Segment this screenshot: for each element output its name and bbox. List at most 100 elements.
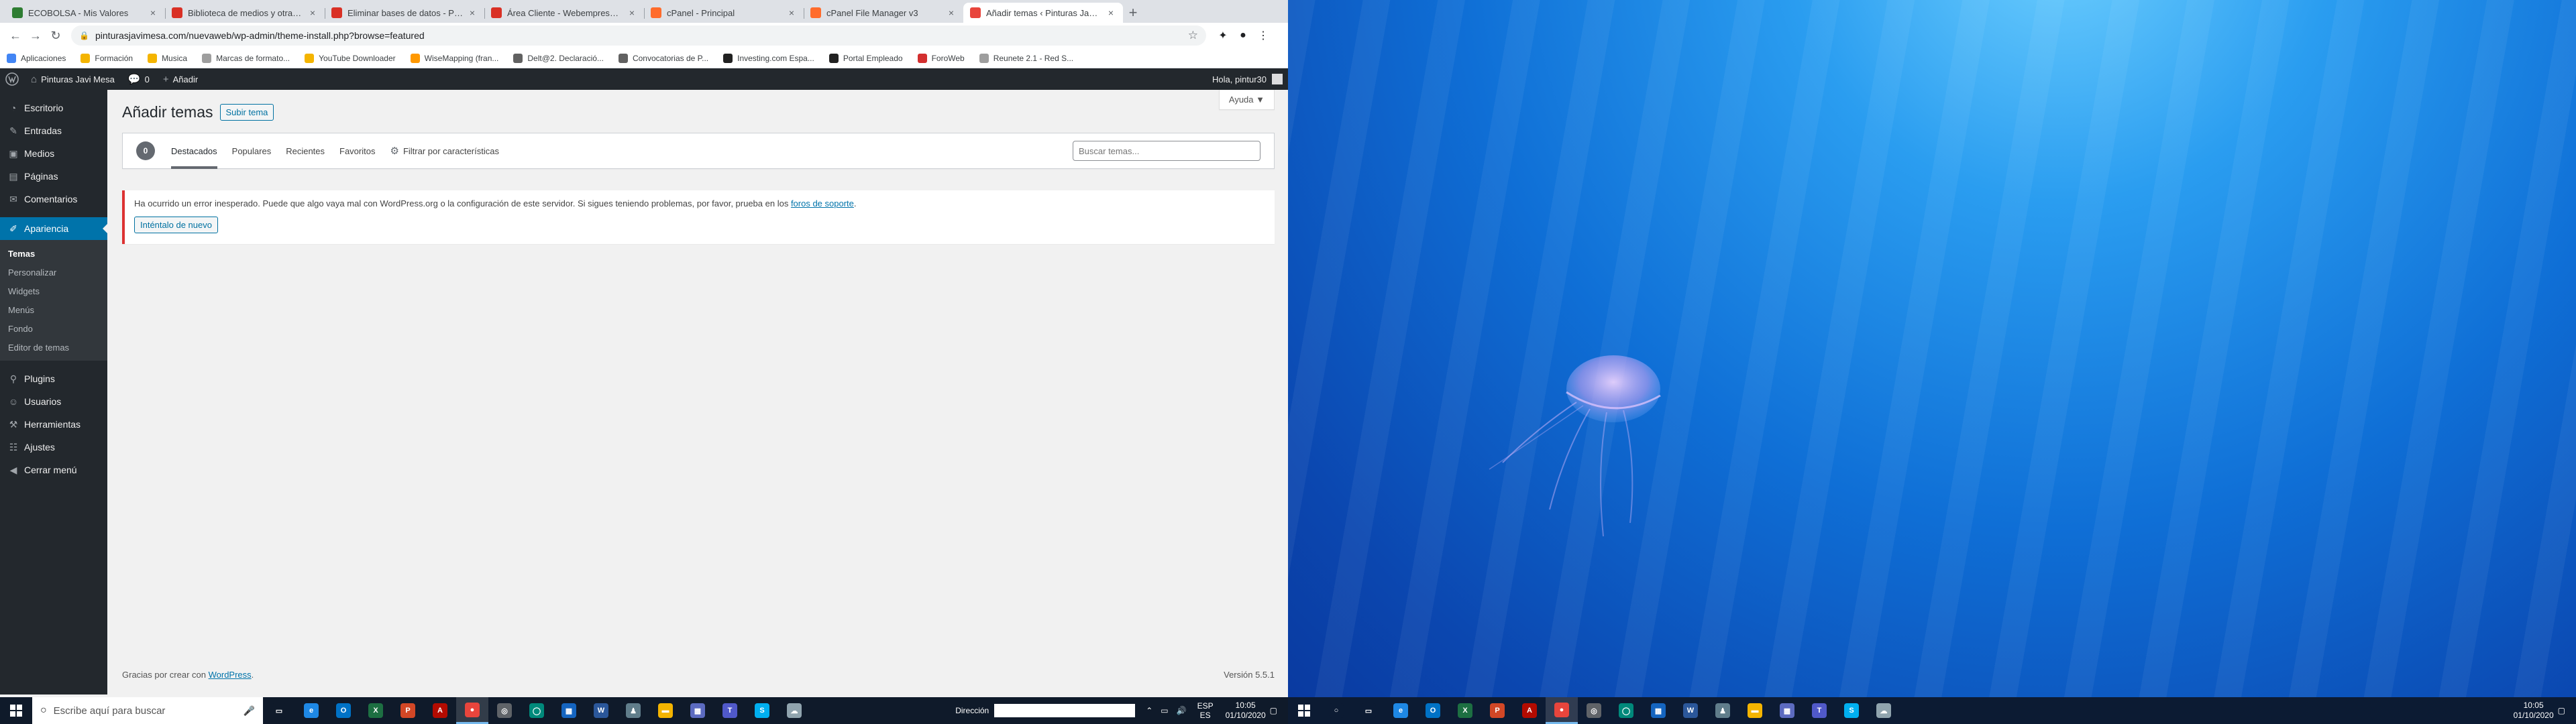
menu-item[interactable]: ⚒ Herramientas	[0, 413, 107, 436]
submenu-item[interactable]: Widgets	[0, 282, 107, 300]
start-button-secondary[interactable]	[1288, 697, 1320, 724]
bookmark-item[interactable]: WiseMapping (fran...	[410, 53, 498, 63]
language-indicator[interactable]: ESP ES	[1197, 701, 1214, 720]
browser-menu-icon[interactable]: ⋮	[1253, 25, 1273, 46]
menu-item[interactable]: ✉ Comentarios	[0, 188, 107, 210]
menu-item[interactable]: ◀ Cerrar menú	[0, 459, 107, 481]
menu-item[interactable]: ▤ Páginas	[0, 165, 107, 188]
extensions-icon[interactable]: ✦	[1213, 25, 1233, 46]
taskbar-app-app-13[interactable]: ♟	[1707, 697, 1739, 724]
submenu-item[interactable]: Editor de temas	[0, 338, 107, 357]
taskbar-search[interactable]: ○ Escribe aquí para buscar 🎤	[32, 697, 263, 724]
browser-tab[interactable]: Añadir temas ‹ Pinturas Javi Me... ×	[963, 3, 1123, 23]
taskbar-app-chrome[interactable]: ●	[456, 697, 488, 724]
taskbar-app-powerpoint[interactable]: P	[392, 697, 424, 724]
browser-tab[interactable]: cPanel File Manager v3 ×	[804, 3, 963, 23]
wordpress-logo-icon[interactable]	[0, 68, 24, 90]
help-tab-button[interactable]: Ayuda ▼	[1218, 90, 1275, 110]
taskbar-app-word[interactable]: W	[1674, 697, 1707, 724]
filter-tab[interactable]: Populares	[232, 133, 272, 169]
taskbar-app-file-explorer[interactable]: ▬	[649, 697, 682, 724]
taskbar-app-powerpoint[interactable]: P	[1481, 697, 1513, 724]
menu-item-apariencia[interactable]: ✐ Apariencia	[0, 217, 107, 240]
bookmark-item[interactable]: ForoWeb	[917, 53, 965, 63]
submenu-item[interactable]: Menús	[0, 300, 107, 319]
bookmark-item[interactable]: Portal Empleado	[828, 53, 903, 63]
taskbar-app-acrobat[interactable]: A	[1513, 697, 1546, 724]
tab-close-icon[interactable]: ×	[467, 7, 478, 18]
start-button[interactable]	[0, 697, 32, 724]
taskbar-app-app-9[interactable]: ◯	[521, 697, 553, 724]
menu-item[interactable]: ☺ Usuarios	[0, 390, 107, 413]
browser-tab[interactable]: Área Cliente - Webempresa Eur... ×	[484, 3, 644, 23]
taskbar-app-chrome[interactable]: ●	[1546, 697, 1578, 724]
taskbar-app-edge[interactable]: e	[295, 697, 327, 724]
admin-bar-new[interactable]: + Añadir	[156, 68, 205, 90]
submenu-item[interactable]: Fondo	[0, 319, 107, 338]
bookmark-item[interactable]: Marcas de formato...	[202, 53, 290, 63]
taskbar-app-app-10[interactable]: ◯	[1610, 697, 1642, 724]
network-icon[interactable]: ▭	[1161, 706, 1168, 715]
taskbar-app-app-12[interactable]: ♟	[617, 697, 649, 724]
address-toolbar-input[interactable]	[994, 704, 1136, 717]
upload-theme-button[interactable]: Subir tema	[219, 104, 274, 121]
clock-secondary[interactable]: 10:05 01/10/2020	[2514, 701, 2554, 721]
bookmark-star-icon[interactable]: ☆	[1188, 29, 1198, 42]
bookmark-item[interactable]: Musica	[148, 53, 187, 63]
volume-icon[interactable]: 🔊	[1177, 706, 1187, 715]
bookmark-item[interactable]: YouTube Downloader	[305, 53, 396, 63]
lock-icon[interactable]: 🔒	[79, 31, 89, 40]
taskbar-app-outlook[interactable]: O	[1417, 697, 1449, 724]
back-icon[interactable]: ←	[5, 25, 25, 46]
taskbar-app-teams[interactable]: T	[714, 697, 746, 724]
tab-close-icon[interactable]: ×	[786, 7, 797, 18]
taskbar-app-acrobat[interactable]: A	[424, 697, 456, 724]
taskbar-app-app-17[interactable]: ☁	[778, 697, 810, 724]
submenu-item[interactable]: Personalizar	[0, 263, 107, 282]
filter-tab[interactable]: Destacados	[171, 133, 217, 169]
tab-close-icon[interactable]: ×	[148, 7, 158, 18]
taskbar-app-teams[interactable]: T	[1803, 697, 1835, 724]
taskbar-app-outlook[interactable]: O	[327, 697, 360, 724]
taskbar-app-app-14[interactable]: ▩	[682, 697, 714, 724]
taskbar-app-app-15[interactable]: ▩	[1771, 697, 1803, 724]
menu-item[interactable]: ◔ Escritorio	[0, 97, 107, 119]
tab-close-icon[interactable]: ×	[1106, 7, 1116, 18]
new-tab-button[interactable]: +	[1123, 3, 1143, 23]
bookmark-item[interactable]: Convocatorias de P...	[618, 53, 708, 63]
profile-icon[interactable]: ●	[1233, 25, 1253, 46]
taskbar-app-cortana[interactable]: ○	[1320, 697, 1352, 724]
bookmark-item[interactable]: Reunete 2.1 - Red S...	[979, 53, 1073, 63]
taskbar-app-app-18[interactable]: ☁	[1868, 697, 1900, 724]
browser-tab[interactable]: ECOBOLSA - Mis Valores ×	[5, 3, 165, 23]
taskbar-app-skype[interactable]: S	[746, 697, 778, 724]
notifications-icon[interactable]: ▢	[1270, 706, 1277, 715]
taskbar-app-excel[interactable]: X	[360, 697, 392, 724]
taskbar-app-file-explorer[interactable]: ▬	[1739, 697, 1771, 724]
forward-icon[interactable]: →	[25, 25, 46, 46]
support-forums-link[interactable]: foros de soporte	[791, 198, 854, 208]
taskbar-app-edge[interactable]: e	[1385, 697, 1417, 724]
menu-item[interactable]: ☷ Ajustes	[0, 436, 107, 459]
submenu-item[interactable]: Temas	[0, 244, 107, 263]
admin-bar-comments[interactable]: 💬 0	[121, 68, 156, 90]
url-text[interactable]: pinturasjavimesa.com/nuevaweb/wp-admin/t…	[95, 30, 1188, 41]
wordpress-link[interactable]: WordPress	[209, 670, 252, 680]
taskbar-app-word[interactable]: W	[585, 697, 617, 724]
bookmark-item[interactable]: Formación	[80, 53, 133, 63]
tray-chevron-icon[interactable]: ⌃	[1146, 706, 1152, 715]
browser-tab[interactable]: Eliminar bases de datos - Pregu... ×	[325, 3, 484, 23]
try-again-button[interactable]: Inténtalo de nuevo	[134, 217, 218, 233]
bookmark-item[interactable]: Investing.com Espa...	[723, 53, 814, 63]
bookmark-item[interactable]: Aplicaciones	[7, 53, 66, 63]
menu-item[interactable]: ✎ Entradas	[0, 119, 107, 142]
browser-tab[interactable]: Biblioteca de medios y otras fu... ×	[165, 3, 325, 23]
clock[interactable]: 10:05 01/10/2020	[1226, 701, 1266, 721]
tab-close-icon[interactable]: ×	[627, 7, 637, 18]
menu-item[interactable]: ⚲ Plugins	[0, 367, 107, 390]
tab-close-icon[interactable]: ×	[307, 7, 318, 18]
admin-bar-account[interactable]: Hola, pintur30	[1212, 74, 1288, 84]
admin-bar-site[interactable]: ⌂ Pinturas Javi Mesa	[24, 68, 121, 90]
feature-filter-button[interactable]: ⚙ Filtrar por características	[390, 145, 499, 157]
taskbar-app-app-8[interactable]: ◎	[488, 697, 521, 724]
